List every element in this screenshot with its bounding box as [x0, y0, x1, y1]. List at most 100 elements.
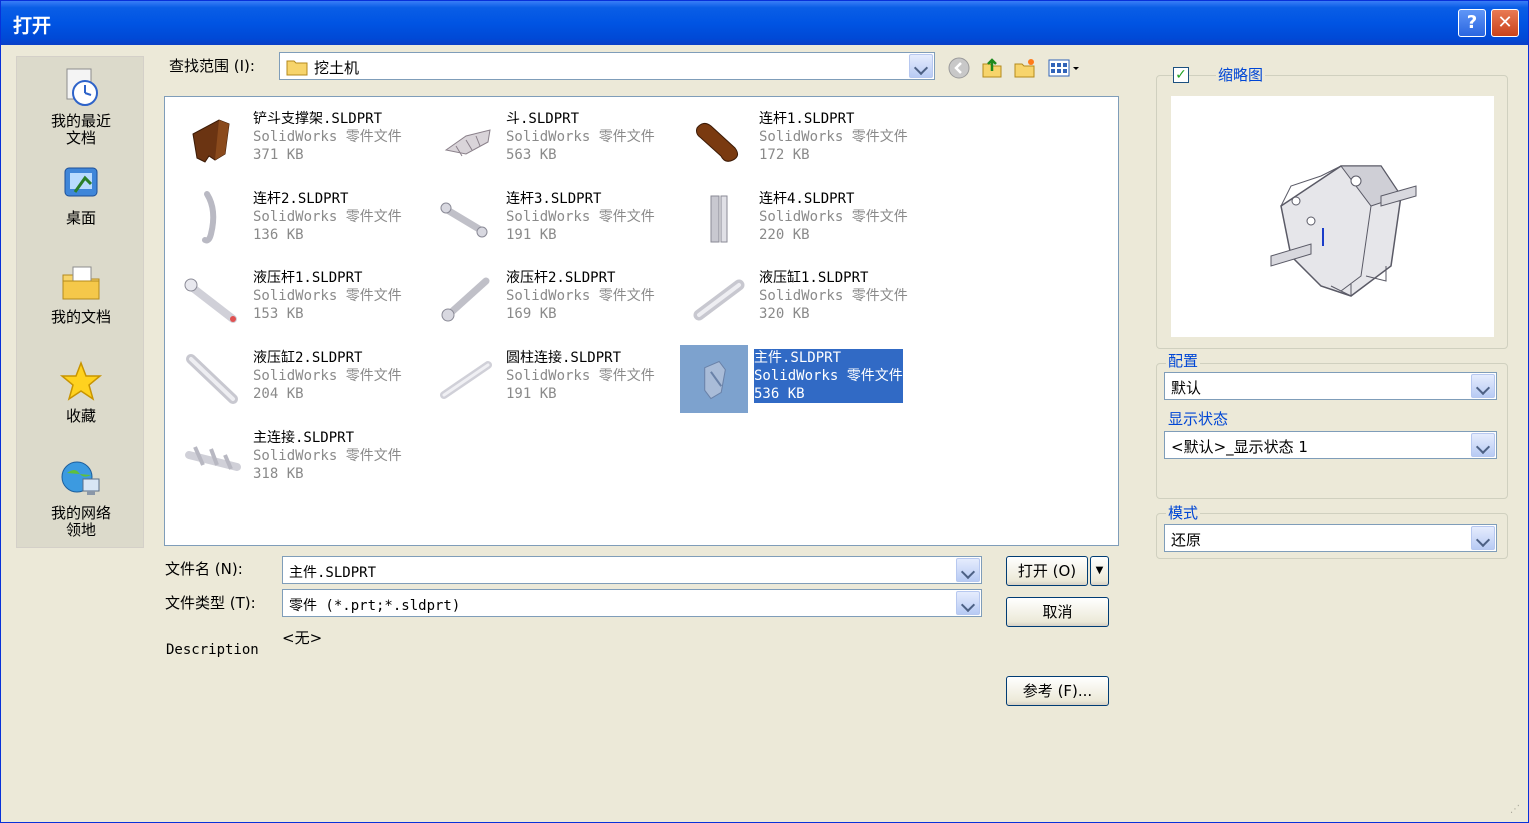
file-item-selected[interactable]: 主件.SLDPRT SolidWorks 零件文件 536 KB	[680, 345, 935, 413]
file-item[interactable]: 连杆4.SLDPRT SolidWorks 零件文件 220 KB	[687, 186, 935, 252]
part-thumbnail-icon	[693, 279, 745, 321]
chevron-down-icon[interactable]	[1471, 433, 1495, 457]
file-size: 169 KB	[506, 306, 557, 322]
favorites-star-icon	[59, 360, 103, 401]
file-item[interactable]: 连杆3.SLDPRT SolidWorks 零件文件 191 KB	[434, 186, 682, 252]
description-label: Description	[166, 642, 259, 658]
place-favorites[interactable]: 收藏	[17, 360, 145, 425]
file-item[interactable]: 连杆2.SLDPRT SolidWorks 零件文件 136 KB	[181, 186, 429, 252]
file-name: 连杆1.SLDPRT	[759, 111, 855, 127]
recent-documents-icon	[66, 68, 98, 106]
file-size: 191 KB	[506, 227, 557, 243]
file-name: 主件.SLDPRT	[754, 350, 842, 366]
place-recent-documents[interactable]: 我的最近 文档	[17, 65, 145, 147]
part-thumbnail-icon	[202, 191, 217, 244]
part-thumbnail-icon	[441, 277, 490, 322]
part-thumbnail-icon	[186, 354, 238, 404]
file-info: 液压缸1.SLDPRT SolidWorks 零件文件 320 KB	[759, 269, 908, 323]
file-size: 536 KB	[754, 386, 805, 402]
references-button[interactable]: 参考 (F)...	[1006, 676, 1109, 706]
file-name: 液压缸1.SLDPRT	[759, 270, 869, 286]
file-item[interactable]: 斗.SLDPRT SolidWorks 零件文件 563 KB	[434, 106, 682, 172]
file-type: SolidWorks 零件文件	[759, 129, 908, 145]
window-title: 打开	[13, 15, 52, 37]
file-info: 液压杆2.SLDPRT SolidWorks 零件文件 169 KB	[506, 269, 655, 323]
file-info: 主件.SLDPRT SolidWorks 零件文件 536 KB	[753, 348, 904, 404]
file-size: 204 KB	[253, 386, 304, 402]
thumbnail-preview	[1171, 96, 1494, 337]
thumbnail-checkbox[interactable]: ✓	[1173, 67, 1189, 83]
place-my-documents[interactable]: 我的文档	[17, 261, 145, 326]
part-thumbnail-icon	[440, 202, 488, 238]
new-folder-button[interactable]	[1013, 56, 1037, 80]
filename-input[interactable]: 主件.SLDPRT	[282, 556, 982, 584]
file-item[interactable]: 铲斗支撑架.SLDPRT SolidWorks 零件文件 371 KB	[181, 106, 429, 172]
place-label: 我的网络 领地	[50, 504, 111, 539]
lookin-combo[interactable]: 挖土机	[279, 52, 935, 80]
file-type: SolidWorks 零件文件	[506, 368, 655, 384]
filetype-select[interactable]: 零件 (*.prt;*.sldprt)	[282, 589, 982, 617]
file-type: SolidWorks 零件文件	[759, 288, 908, 304]
file-type: SolidWorks 零件文件	[253, 209, 402, 225]
file-type: SolidWorks 零件文件	[253, 448, 402, 464]
close-button[interactable]: ✕	[1491, 9, 1519, 37]
file-name: 斗.SLDPRT	[506, 111, 580, 127]
chevron-down-icon[interactable]	[1471, 526, 1495, 550]
chevron-down-icon[interactable]	[1471, 374, 1495, 398]
place-label: 收藏	[65, 407, 96, 425]
back-button[interactable]	[947, 56, 971, 80]
file-info: 连杆4.SLDPRT SolidWorks 零件文件 220 KB	[759, 190, 908, 244]
chevron-down-icon[interactable]	[956, 591, 980, 615]
chevron-down-icon[interactable]	[956, 558, 980, 582]
place-desktop[interactable]: 桌面	[17, 162, 145, 227]
filename-value: 主件.SLDPRT	[289, 565, 377, 581]
part-thumbnail-icon	[680, 345, 748, 413]
file-size: 220 KB	[759, 227, 810, 243]
mode-select[interactable]: 还原	[1164, 524, 1497, 552]
views-menu-button[interactable]	[1046, 56, 1082, 80]
part-thumbnail-icon	[185, 446, 241, 471]
file-type: SolidWorks 零件文件	[754, 368, 903, 384]
place-network[interactable]: 我的网络 领地	[17, 457, 145, 539]
file-type: SolidWorks 零件文件	[253, 129, 402, 145]
file-list[interactable]: 铲斗支撑架.SLDPRT SolidWorks 零件文件 371 KB 斗.SL…	[164, 96, 1119, 546]
mode-label: 模式	[1166, 502, 1201, 523]
display-state-value: <默认>_显示状态 1	[1171, 438, 1308, 456]
display-state-select[interactable]: <默认>_显示状态 1	[1164, 431, 1497, 459]
filename-label: 文件名 (N):	[165, 560, 243, 578]
file-item[interactable]: 圆柱连接.SLDPRT SolidWorks 零件文件 191 KB	[434, 345, 682, 411]
file-info: 连杆1.SLDPRT SolidWorks 零件文件 172 KB	[759, 110, 908, 164]
place-label: 我的最近 文档	[50, 112, 111, 147]
config-select[interactable]: 默认	[1164, 372, 1497, 400]
place-label: 桌面	[65, 209, 96, 227]
open-options-button[interactable]: ▼	[1090, 556, 1109, 586]
title-bar[interactable]: 打开 ? ✕	[1, 1, 1528, 45]
file-item[interactable]: 液压杆1.SLDPRT SolidWorks 零件文件 153 KB	[181, 265, 429, 331]
view-menu-icon	[1048, 59, 1079, 77]
file-item[interactable]: 液压缸1.SLDPRT SolidWorks 零件文件 320 KB	[687, 265, 935, 331]
file-item[interactable]: 连杆1.SLDPRT SolidWorks 零件文件 172 KB	[687, 106, 935, 172]
file-name: 主连接.SLDPRT	[253, 430, 355, 446]
file-info: 连杆3.SLDPRT SolidWorks 零件文件 191 KB	[506, 190, 655, 244]
file-item[interactable]: 液压缸2.SLDPRT SolidWorks 零件文件 204 KB	[181, 345, 429, 411]
file-item[interactable]: 液压杆2.SLDPRT SolidWorks 零件文件 169 KB	[434, 265, 682, 331]
lookin-value: 挖土机	[314, 59, 360, 77]
file-size: 320 KB	[759, 306, 810, 322]
file-type: SolidWorks 零件文件	[759, 209, 908, 225]
chevron-down-icon[interactable]	[909, 54, 933, 78]
file-name: 液压杆2.SLDPRT	[506, 270, 616, 286]
places-bar: 我的最近 文档 桌面 我的文档 收藏 我的网络 领地	[16, 56, 144, 548]
open-button[interactable]: 打开 (O)	[1006, 556, 1088, 586]
resize-grip-icon[interactable]: ⋰	[1510, 804, 1524, 818]
display-state-label: 显示状态	[1166, 408, 1231, 429]
cancel-button[interactable]: 取消	[1006, 597, 1109, 627]
help-button[interactable]: ?	[1458, 9, 1486, 37]
up-folder-button[interactable]	[980, 56, 1004, 80]
file-name: 连杆4.SLDPRT	[759, 191, 855, 207]
network-places-icon	[61, 461, 100, 495]
file-name: 连杆3.SLDPRT	[506, 191, 602, 207]
file-size: 136 KB	[253, 227, 304, 243]
file-item[interactable]: 主连接.SLDPRT SolidWorks 零件文件 318 KB	[181, 425, 429, 491]
file-name: 铲斗支撑架.SLDPRT	[253, 111, 383, 127]
folder-icon	[286, 60, 308, 76]
